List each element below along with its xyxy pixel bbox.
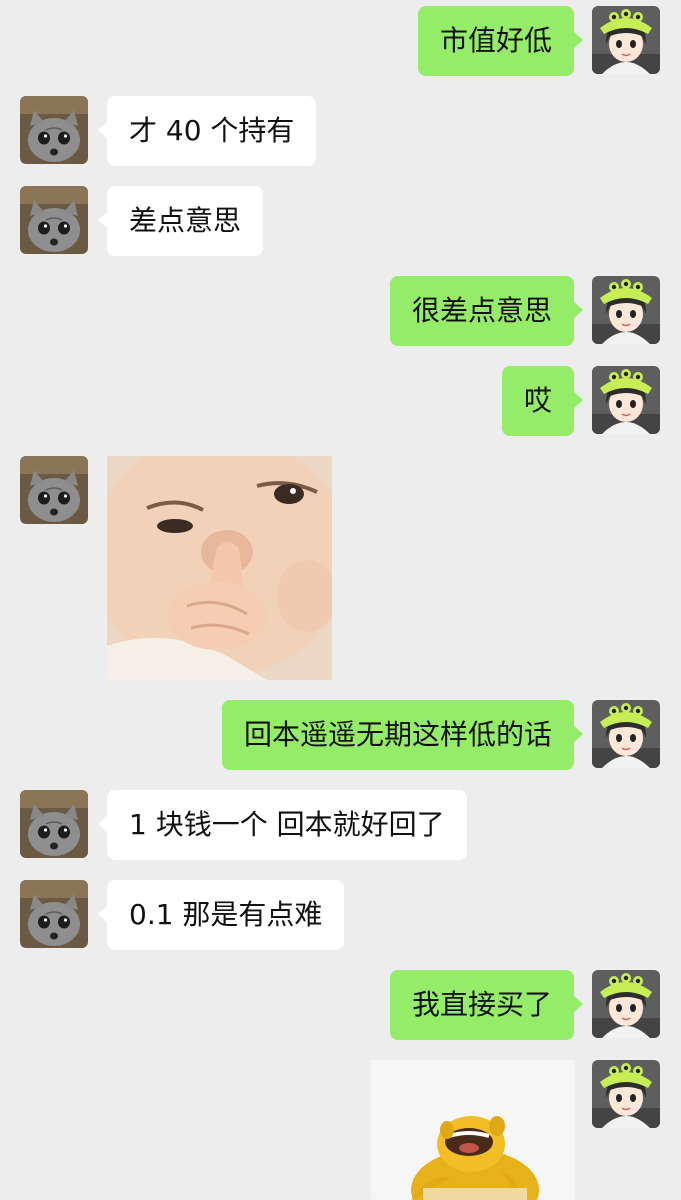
message-bubble-self[interactable]: 我直接买了 [389, 970, 584, 1040]
surprised-cat-avatar-icon [20, 790, 88, 858]
sticker-message[interactable] [107, 456, 332, 680]
alien-hat-girl-avatar-icon [592, 1060, 660, 1128]
baby-finger-in-nose-sticker-icon [107, 456, 332, 680]
self-avatar[interactable] [592, 970, 660, 1038]
message-bubble-self[interactable]: 哎 [501, 366, 584, 436]
yellow-creature-laughing-sticker-icon [371, 1060, 575, 1200]
self-avatar[interactable] [592, 1060, 660, 1128]
message-bubble-other[interactable]: 差点意思 [97, 186, 264, 256]
alien-hat-girl-avatar-icon [592, 970, 660, 1038]
sticker-message[interactable] [371, 1060, 575, 1200]
chat-message-list[interactable]: 市值好低 才 40 个持有 差点意思 很差点意思 哎 回本遥遥无期这样低的话 1… [0, 0, 681, 1200]
alien-hat-girl-avatar-icon [592, 366, 660, 434]
message-bubble-other[interactable]: 才 40 个持有 [97, 96, 317, 166]
surprised-cat-avatar-icon [20, 880, 88, 948]
other-avatar[interactable] [20, 880, 88, 948]
message-bubble-self[interactable]: 回本遥遥无期这样低的话 [221, 700, 584, 770]
message-bubble-other[interactable]: 0.1 那是有点难 [97, 880, 345, 950]
surprised-cat-avatar-icon [20, 96, 88, 164]
alien-hat-girl-avatar-icon [592, 276, 660, 344]
alien-hat-girl-avatar-icon [592, 700, 660, 768]
other-avatar[interactable] [20, 790, 88, 858]
message-bubble-self[interactable]: 市值好低 [417, 6, 584, 76]
message-bubble-other[interactable]: 1 块钱一个 回本就好回了 [98, 790, 467, 860]
self-avatar[interactable] [592, 700, 660, 768]
other-avatar[interactable] [20, 456, 88, 524]
surprised-cat-avatar-icon [20, 186, 88, 254]
surprised-cat-avatar-icon [20, 456, 88, 524]
self-avatar[interactable] [592, 276, 660, 344]
other-avatar[interactable] [20, 186, 88, 254]
message-bubble-self[interactable]: 很差点意思 [389, 276, 584, 346]
alien-hat-girl-avatar-icon [592, 6, 660, 74]
self-avatar[interactable] [592, 6, 660, 74]
self-avatar[interactable] [592, 366, 660, 434]
other-avatar[interactable] [20, 96, 88, 164]
